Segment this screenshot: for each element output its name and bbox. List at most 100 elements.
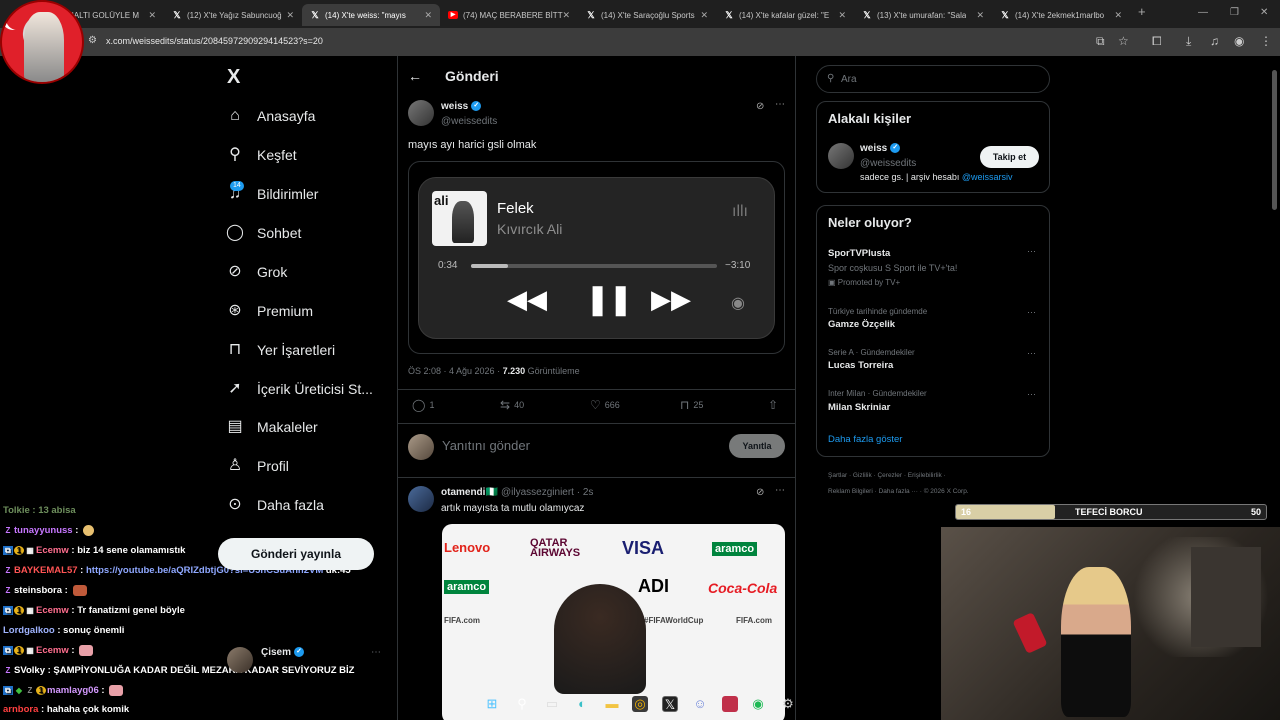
menu-icon[interactable]: ⋮ [1260,34,1272,48]
task-view-icon[interactable]: ▭ [544,696,560,712]
author-avatar[interactable] [408,100,434,126]
search-icon[interactable]: ⚲ [514,696,530,712]
close-icon[interactable]: ✕ [562,10,570,21]
reply-photo[interactable]: Lenovo QATAR AIRWAYS VISA aramco aramco … [442,524,785,720]
bookmark-button[interactable]: ⊓ 25 [680,398,703,412]
close-icon[interactable]: ✕ [286,10,294,21]
close-icon[interactable]: ✕ [1114,10,1122,21]
browser-tab-2[interactable]: 𝕏 (12) X'te Yağız Sabuncuoğ ✕ [164,4,302,26]
browser-tab-6[interactable]: 𝕏 (14) X'te kafalar güzel: "E ✕ [716,4,854,26]
author-name[interactable]: weiss ✓ [441,101,482,112]
follow-button[interactable]: Takip et [980,146,1039,168]
star-icon[interactable]: ☆ [1118,34,1129,48]
footer-links-1[interactable]: Şartlar · Gizlilik · Çerezler · Erişileb… [828,472,946,479]
search-input[interactable]: Ara [841,74,857,85]
trend-title[interactable]: Lucas Torreira [828,360,893,371]
show-more-link[interactable]: Daha fazla göster [828,434,902,445]
nav-articles[interactable]: ▤ Makaleler [226,412,317,442]
x-app-icon[interactable]: 𝕏 [662,696,678,712]
install-icon[interactable]: ⧉ [1096,34,1105,49]
action-bar: ◯ 1 ⇆ 40 ♡ 666 ⊓ 25 ⇧ [408,398,785,414]
nav-chat[interactable]: ◯ Sohbet [226,218,301,248]
post-time[interactable]: ÖS 2:08 · 4 Ağu 2026 · [408,366,503,376]
forward-icon[interactable]: ▶▶ [651,284,691,315]
nav-premium[interactable]: ⊛ Premium [226,296,313,326]
nav-grok[interactable]: ⊘ Grok [226,257,287,287]
trend-more-icon[interactable]: ⋯ [1027,348,1036,359]
x-logo-icon[interactable]: X [227,66,240,89]
nav-more[interactable]: ⊙ Daha fazla [226,490,324,520]
related-avatar[interactable] [828,143,854,169]
spotify-icon[interactable]: ◉ [750,696,766,712]
nav-explore[interactable]: ⚲ Keşfet [226,140,297,170]
share-button[interactable]: ⇧ [768,398,782,412]
elapsed-time: 0:34 [438,260,458,271]
back-arrow-icon[interactable]: ← [408,68,422,84]
trend-title[interactable]: SporTVPlusta [828,248,890,259]
windows-start-icon[interactable]: ⊞ [484,696,500,712]
reply-submit-button[interactable]: Yanıtla [729,434,785,458]
edge-icon[interactable]: ◐ [574,696,590,712]
nav-profile[interactable]: ♙ Profil [226,451,289,481]
rewind-icon[interactable]: ◀◀ [507,284,547,315]
author-handle[interactable]: @weissedits [441,116,497,127]
site-info-icon[interactable]: ⚙ [88,35,97,46]
minimize-icon[interactable]: — [1198,7,1208,18]
account-more-icon[interactable]: ⋯ [371,647,381,658]
chrome-icon[interactable]: ◎ [632,696,648,712]
trend-more-icon[interactable]: ⋯ [1027,246,1036,257]
pause-icon[interactable]: ❚❚ [585,282,633,317]
url-field[interactable]: x.com/weissedits/status/2084597290929414… [106,36,323,46]
close-icon[interactable]: ✕ [148,10,156,21]
grok-icon[interactable]: ⊘ [756,101,764,112]
post-button[interactable]: Gönderi yayınla [218,538,374,570]
close-window-icon[interactable]: ✕ [1260,7,1268,18]
more-options-icon[interactable]: ⋯ [775,99,785,110]
search-box[interactable]: ⚲ Ara [816,65,1050,93]
repost-button[interactable]: ⇆ 40 [500,398,524,412]
extensions-icon[interactable]: ⧠ [1152,34,1162,49]
profile-icon[interactable]: ◉ [1234,34,1244,48]
nav-bookmarks[interactable]: ⊓ Yer İşaretleri [226,335,335,365]
trend-more-icon[interactable]: ⋯ [1027,307,1036,318]
reply-author-handle[interactable]: @ilyassezginiert · 2s [501,487,593,498]
trend-more-icon[interactable]: ⋯ [1027,389,1036,400]
trend-title[interactable]: Gamze Özçelik [828,319,895,330]
reply-input[interactable]: Yanıtını gönder [442,438,530,453]
more-options-icon[interactable]: ⋯ [775,485,785,496]
browser-tab-5[interactable]: 𝕏 (14) X'te Saraçoğlu Sports ✕ [578,4,716,26]
trend-title[interactable]: Milan Skriniar [828,402,890,413]
browser-tab-8[interactable]: 𝕏 (14) X'te 2ekmek1marlbo ✕ [992,4,1130,26]
airplay-icon[interactable]: ◉ [731,293,745,313]
bio-link[interactable]: @weissarsiv [962,172,1013,182]
music-player-card[interactable]: ali Felek Kıvırcık Ali ıllı 0:34 −3:10 ◀… [408,161,785,354]
reply-button[interactable]: ◯ 1 [412,398,434,412]
browser-tab-3[interactable]: 𝕏 (14) X'te weiss: "mayıs ✕ [302,4,440,26]
like-button[interactable]: ♡ 666 [590,398,620,412]
download-icon[interactable]: ⤓ [1186,34,1191,49]
account-switcher[interactable]: Çisem ✓ ⋯ [227,643,387,675]
grok-icon[interactable]: ⊘ [756,487,764,498]
file-explorer-icon[interactable]: ▬ [604,696,620,712]
nav-creator-studio[interactable]: ➚ İçerik Üreticisi St... [226,374,373,404]
browser-tab-7[interactable]: 𝕏 (13) X'te umurafan: "Sala ✕ [854,4,992,26]
related-name[interactable]: weiss ✓ [860,143,901,154]
app-icon[interactable] [722,696,738,712]
scrollbar[interactable] [1272,70,1277,210]
app-icon[interactable]: ⚙ [780,696,796,712]
progress-bar[interactable] [471,264,717,268]
new-tab-button[interactable]: + [1138,4,1146,19]
close-icon[interactable]: ✕ [976,10,984,21]
close-icon[interactable]: ✕ [838,10,846,21]
nav-home[interactable]: ⌂ Anasayfa [226,101,315,131]
close-icon[interactable]: ✕ [424,10,432,21]
reply-author-avatar[interactable] [408,486,434,512]
reply-author-name[interactable]: otamendi🇳🇬 [441,487,498,498]
media-icon[interactable]: ♫ [1210,34,1219,48]
browser-tab-4[interactable]: ▶ (74) MAÇ BERABERE BİTTİ ✕ [440,4,578,26]
related-handle[interactable]: @weissedits [860,158,916,169]
maximize-icon[interactable]: ❐ [1230,7,1239,18]
close-icon[interactable]: ✕ [700,10,708,21]
footer-links-2[interactable]: Reklam Bilgileri · Daha fazla ··· · © 20… [828,488,969,495]
discord-icon[interactable]: ☺ [692,696,708,712]
